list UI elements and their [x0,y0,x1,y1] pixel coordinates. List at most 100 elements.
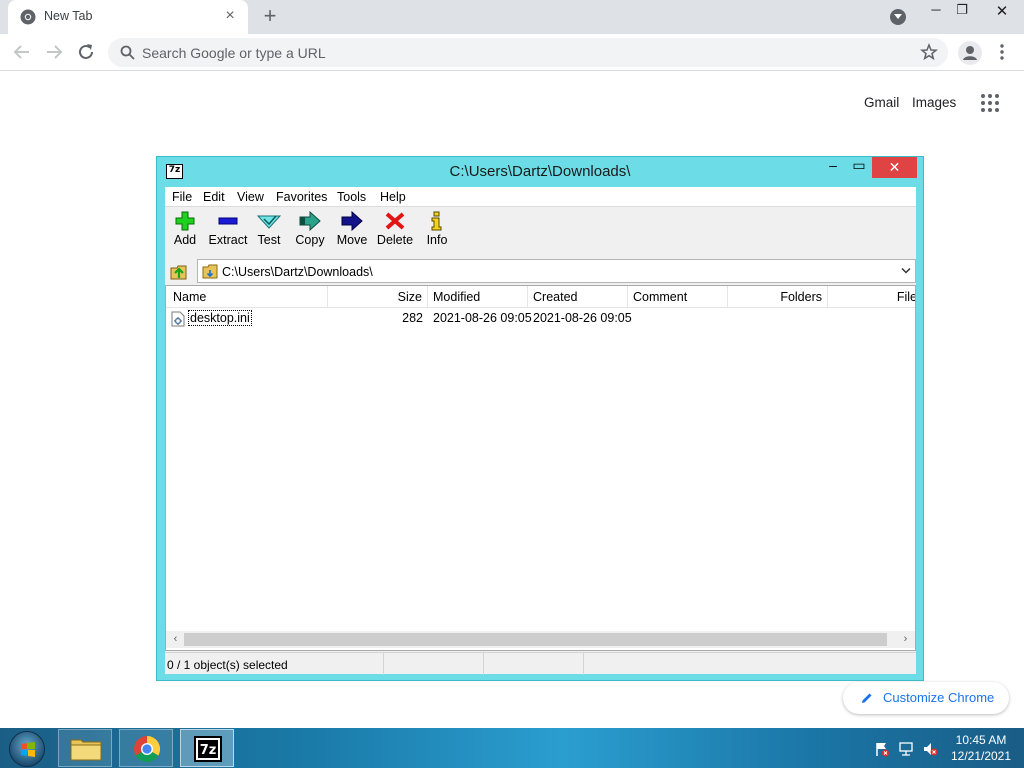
file-size: 282 [402,311,423,325]
copy-button[interactable]: Copy [293,211,327,255]
omnibox[interactable]: Search Google or type a URL [108,38,948,67]
file-list[interactable]: Name Size Modified Created Comment Folde… [165,285,916,651]
scrollbar-thumb[interactable] [184,633,887,646]
forward-arrow-icon[interactable] [42,40,66,64]
volume-muted-icon[interactable] [922,741,938,757]
taskbar: 7z 10:45 AM 12/21/2021 [0,728,1024,768]
file-name[interactable]: desktop.ini [188,310,252,326]
omnibox-placeholder: Search Google or type a URL [142,45,326,61]
menu-bar: File Edit View Favorites Tools Help [165,187,916,207]
column-header-folders[interactable]: Folders [728,286,828,308]
sevenzip-titlebar[interactable]: 7z C:\Users\Dartz\Downloads\ ‒ ▭ ✕ [157,157,923,187]
parent-folder-icon[interactable] [169,261,189,281]
svg-text:7z: 7z [200,743,217,758]
extract-label: Extract [208,233,248,247]
menu-edit[interactable]: Edit [203,190,225,204]
menu-file[interactable]: File [172,190,192,204]
chevron-down-icon[interactable] [901,267,911,275]
column-header-modified[interactable]: Modified [428,286,528,308]
minimize-browser-button[interactable]: ─ [926,2,946,20]
bookmark-star-icon[interactable] [920,43,938,61]
back-arrow-icon[interactable] [10,40,34,64]
tab-new-tab[interactable]: New Tab × [8,0,248,34]
add-button[interactable]: Add [169,211,201,255]
table-row[interactable]: desktop.ini 282 2021-08-26 09:05 2021-08… [166,308,915,328]
menu-favorites[interactable]: Favorites [276,190,327,204]
column-header-files[interactable]: File [828,286,915,308]
customize-chrome-button[interactable]: Customize Chrome [843,682,1009,714]
network-icon[interactable] [898,741,914,757]
sevenzip-client: File Edit View Favorites Tools Help Add … [165,187,916,675]
test-icon [257,215,281,229]
file-modified: 2021-08-26 09:05 [433,311,532,325]
horizontal-scrollbar[interactable]: ‹ › [166,631,915,648]
chrome-icon [134,735,161,763]
test-button[interactable]: Test [253,211,285,255]
address-path: C:\Users\Dartz\Downloads\ [222,265,373,279]
add-icon [175,211,195,231]
tab-strip: New Tab × + ─ ❐ ✕ [0,0,1024,34]
taskbar-google-chrome[interactable] [119,729,173,767]
menu-tools[interactable]: Tools [337,190,366,204]
images-link[interactable]: Images [912,95,956,110]
column-header-comment[interactable]: Comment [628,286,728,308]
windows-logo-icon [21,742,35,757]
status-separator [583,653,584,675]
scroll-left-icon[interactable]: ‹ [167,633,184,646]
taskbar-7zip[interactable]: 7z [180,729,234,767]
move-icon [341,211,363,231]
move-label: Move [336,233,368,247]
reload-icon[interactable] [74,40,98,64]
info-icon [431,211,442,231]
taskbar-file-explorer[interactable] [58,729,112,767]
extract-icon [218,217,238,225]
move-button[interactable]: Move [335,211,369,255]
info-button[interactable]: Info [421,211,453,255]
close-button[interactable]: ✕ [872,157,917,178]
status-separator [383,653,384,675]
chevron-down-icon [894,14,902,19]
person-icon [963,46,977,60]
action-center-flag-icon[interactable] [874,741,890,757]
minimize-button[interactable]: ‒ [823,157,843,179]
window-title: C:\Users\Dartz\Downloads\ [449,163,631,180]
selection-status: 0 / 1 object(s) selected [167,658,288,672]
copy-label: Copy [295,233,325,247]
settings-file-icon [171,311,185,327]
status-separator [483,653,484,675]
file-list-header: Name Size Modified Created Comment Folde… [166,286,915,308]
file-created: 2021-08-26 09:05 [533,311,632,325]
sevenzip-window: 7z C:\Users\Dartz\Downloads\ ‒ ▭ ✕ File … [156,156,924,681]
delete-icon [385,212,405,230]
tab-title: New Tab [44,9,93,23]
browser-toolbar: Search Google or type a URL [0,34,1024,71]
start-button[interactable] [9,731,45,767]
system-clock[interactable]: 10:45 AM 12/21/2021 [945,732,1017,764]
scroll-right-icon[interactable]: › [897,633,914,646]
tab-search-button[interactable] [890,9,906,25]
search-icon [120,45,135,60]
extract-button[interactable]: Extract [207,211,249,255]
profile-avatar[interactable] [958,41,982,65]
menu-help[interactable]: Help [380,190,406,204]
column-header-created[interactable]: Created [528,286,628,308]
address-combobox[interactable]: C:\Users\Dartz\Downloads\ [197,259,916,283]
close-tab-icon[interactable]: × [222,8,238,24]
customize-chrome-label: Customize Chrome [883,690,995,705]
close-browser-button[interactable]: ✕ [992,2,1012,20]
folder-icon [70,739,102,761]
add-label: Add [173,233,197,247]
test-label: Test [257,233,281,247]
column-header-name[interactable]: Name [166,286,328,308]
delete-button[interactable]: Delete [375,211,415,255]
maximize-button[interactable]: ▭ [849,157,869,179]
gmail-link[interactable]: Gmail [864,95,899,110]
column-header-size[interactable]: Size [328,286,428,308]
menu-view[interactable]: View [237,190,264,204]
chrome-icon [20,9,36,25]
restore-browser-button[interactable]: ❐ [952,2,972,20]
apps-grid-icon[interactable] [981,94,999,112]
more-vert-icon[interactable] [994,42,1010,62]
new-tab-button[interactable]: + [258,5,282,29]
pencil-icon [862,693,872,703]
